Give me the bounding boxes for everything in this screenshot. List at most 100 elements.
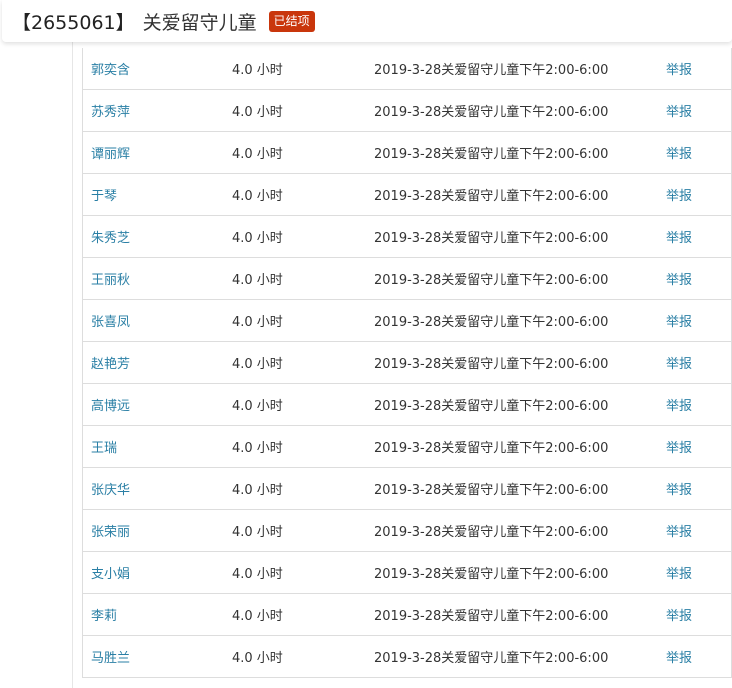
name-cell: 马胜兰 [82,635,232,678]
description-cell: 2019-3-28关爱留守儿童下午2:00-6:00 [374,383,666,426]
hours-cell: 4.0 小时 [232,341,374,384]
report-link[interactable]: 举报 [666,147,692,162]
volunteer-record-table: 郭奕含 4.0 小时 2019-3-28关爱留守儿童下午2:00-6:00 举报 苏秀萍… [82,48,732,678]
service-hours: 4.0 小时 [232,189,283,204]
table-row: 王丽秋 4.0 小时 2019-3-28关爱留守儿童下午2:00-6:00 举报 [82,257,732,300]
action-cell: 举报 [666,89,732,132]
action-cell: 举报 [666,131,732,174]
service-description: 2019-3-28关爱留守儿童下午2:00-6:00 [374,399,609,414]
service-hours: 4.0 小时 [232,483,283,498]
name-cell: 李莉 [82,593,232,636]
name-cell: 谭丽辉 [82,131,232,174]
service-hours: 4.0 小时 [232,399,283,414]
table-row: 王瑞 4.0 小时 2019-3-28关爱留守儿童下午2:00-6:00 举报 [82,425,732,468]
volunteer-name-link[interactable]: 郭奕含 [91,63,130,78]
volunteer-name-link[interactable]: 朱秀芝 [91,231,130,246]
volunteer-name-link[interactable]: 张荣丽 [91,525,130,540]
volunteer-name-link[interactable]: 张喜凤 [91,315,130,330]
table-row: 张喜凤 4.0 小时 2019-3-28关爱留守儿童下午2:00-6:00 举报 [82,299,732,342]
hours-cell: 4.0 小时 [232,467,374,510]
service-description: 2019-3-28关爱留守儿童下午2:00-6:00 [374,525,609,540]
report-link[interactable]: 举报 [666,441,692,456]
service-description: 2019-3-28关爱留守儿童下午2:00-6:00 [374,147,609,162]
hours-cell: 4.0 小时 [232,509,374,552]
volunteer-name-link[interactable]: 高博远 [91,399,130,414]
volunteer-name-link[interactable]: 马胜兰 [91,651,130,666]
volunteer-name-link[interactable]: 苏秀萍 [91,105,130,120]
volunteer-name-link[interactable]: 李莉 [91,609,117,624]
report-link[interactable]: 举报 [666,483,692,498]
report-link[interactable]: 举报 [666,315,692,330]
name-cell: 张庆华 [82,467,232,510]
service-description: 2019-3-28关爱留守儿童下午2:00-6:00 [374,357,609,372]
volunteer-name-link[interactable]: 张庆华 [91,483,130,498]
description-cell: 2019-3-28关爱留守儿童下午2:00-6:00 [374,173,666,216]
volunteer-name-link[interactable]: 王瑞 [91,441,117,456]
table-row: 支小娟 4.0 小时 2019-3-28关爱留守儿童下午2:00-6:00 举报 [82,551,732,594]
report-link[interactable]: 举报 [666,105,692,120]
report-link[interactable]: 举报 [666,63,692,78]
report-link[interactable]: 举报 [666,609,692,624]
report-link[interactable]: 举报 [666,273,692,288]
service-hours: 4.0 小时 [232,273,283,288]
table-row: 谭丽辉 4.0 小时 2019-3-28关爱留守儿童下午2:00-6:00 举报 [82,131,732,174]
table-row: 李莉 4.0 小时 2019-3-28关爱留守儿童下午2:00-6:00 举报 [82,593,732,636]
name-cell: 张荣丽 [82,509,232,552]
action-cell: 举报 [666,551,732,594]
service-description: 2019-3-28关爱留守儿童下午2:00-6:00 [374,63,609,78]
description-cell: 2019-3-28关爱留守儿童下午2:00-6:00 [374,467,666,510]
report-link[interactable]: 举报 [666,357,692,372]
hours-cell: 4.0 小时 [232,48,374,90]
description-cell: 2019-3-28关爱留守儿童下午2:00-6:00 [374,341,666,384]
report-link[interactable]: 举报 [666,189,692,204]
description-cell: 2019-3-28关爱留守儿童下午2:00-6:00 [374,509,666,552]
volunteer-name-link[interactable]: 谭丽辉 [91,147,130,162]
name-cell: 朱秀芝 [82,215,232,258]
table-row: 苏秀萍 4.0 小时 2019-3-28关爱留守儿童下午2:00-6:00 举报 [82,89,732,132]
report-link[interactable]: 举报 [666,567,692,582]
volunteer-name-link[interactable]: 王丽秋 [91,273,130,288]
report-link[interactable]: 举报 [666,525,692,540]
service-hours: 4.0 小时 [232,357,283,372]
name-cell: 王丽秋 [82,257,232,300]
action-cell: 举报 [666,299,732,342]
volunteer-name-link[interactable]: 于琴 [91,189,117,204]
table-row: 郭奕含 4.0 小时 2019-3-28关爱留守儿童下午2:00-6:00 举报 [82,48,732,90]
action-cell: 举报 [666,48,732,90]
report-link[interactable]: 举报 [666,651,692,666]
action-cell: 举报 [666,593,732,636]
report-link[interactable]: 举报 [666,231,692,246]
hours-cell: 4.0 小时 [232,89,374,132]
table-row: 张庆华 4.0 小时 2019-3-28关爱留守儿童下午2:00-6:00 举报 [82,467,732,510]
description-cell: 2019-3-28关爱留守儿童下午2:00-6:00 [374,551,666,594]
description-cell: 2019-3-28关爱留守儿童下午2:00-6:00 [374,257,666,300]
name-cell: 张喜凤 [82,299,232,342]
report-link[interactable]: 举报 [666,399,692,414]
hours-cell: 4.0 小时 [232,593,374,636]
hours-cell: 4.0 小时 [232,383,374,426]
table-row: 张荣丽 4.0 小时 2019-3-28关爱留守儿童下午2:00-6:00 举报 [82,509,732,552]
service-hours: 4.0 小时 [232,315,283,330]
description-cell: 2019-3-28关爱留守儿童下午2:00-6:00 [374,635,666,678]
volunteer-name-link[interactable]: 赵艳芳 [91,357,130,372]
table-row: 马胜兰 4.0 小时 2019-3-28关爱留守儿童下午2:00-6:00 举报 [82,635,732,678]
service-hours: 4.0 小时 [232,147,283,162]
action-cell: 举报 [666,215,732,258]
description-cell: 2019-3-28关爱留守儿童下午2:00-6:00 [374,131,666,174]
hours-cell: 4.0 小时 [232,257,374,300]
action-cell: 举报 [666,467,732,510]
name-cell: 支小娟 [82,551,232,594]
name-cell: 苏秀萍 [82,89,232,132]
hours-cell: 4.0 小时 [232,173,374,216]
service-description: 2019-3-28关爱留守儿童下午2:00-6:00 [374,483,609,498]
status-badge: 已结项 [268,10,315,32]
service-hours: 4.0 小时 [232,651,283,666]
volunteer-name-link[interactable]: 支小娟 [91,567,130,582]
service-hours: 4.0 小时 [232,231,283,246]
hours-cell: 4.0 小时 [232,131,374,174]
description-cell: 2019-3-28关爱留守儿童下午2:00-6:00 [374,89,666,132]
name-cell: 赵艳芳 [82,341,232,384]
service-description: 2019-3-28关爱留守儿童下午2:00-6:00 [374,441,609,456]
hours-cell: 4.0 小时 [232,551,374,594]
service-description: 2019-3-28关爱留守儿童下午2:00-6:00 [374,651,609,666]
